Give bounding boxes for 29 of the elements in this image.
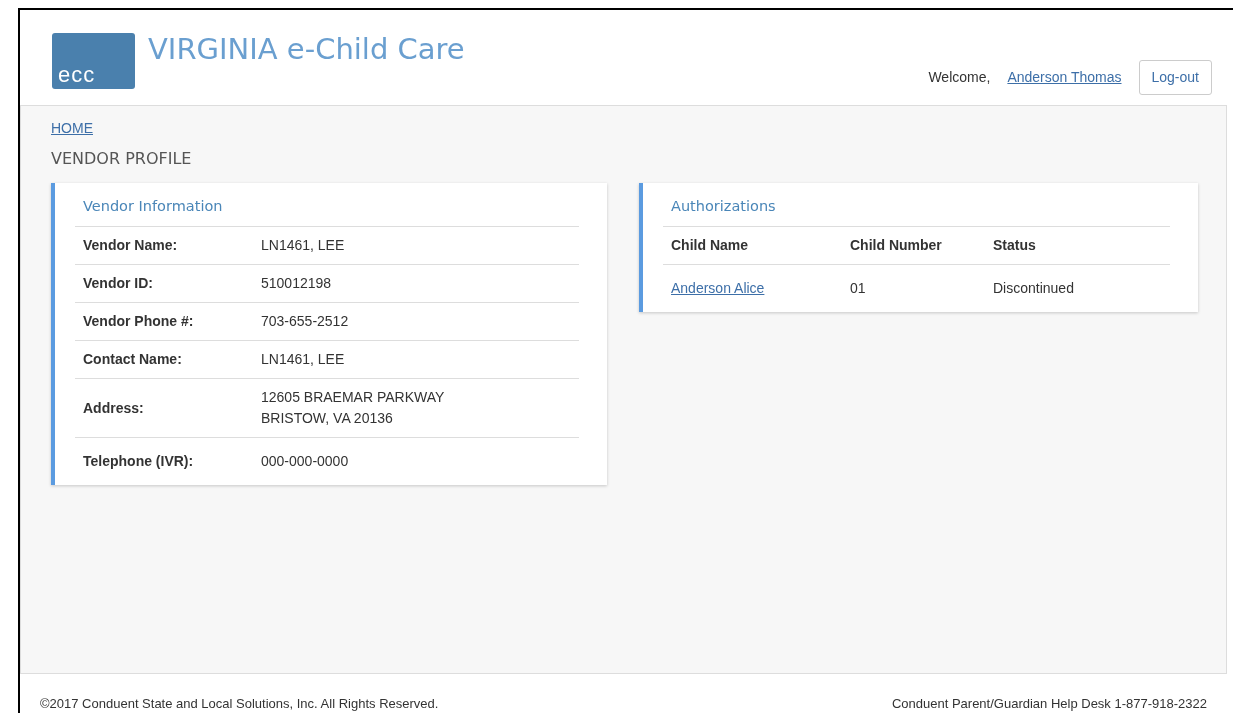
field-label: Address:: [83, 398, 145, 418]
user-link[interactable]: Anderson Thomas: [1007, 67, 1122, 88]
table-cell-text: Discontinued: [993, 279, 1074, 299]
field-label: Vendor Name:: [83, 236, 179, 256]
welcome-text: Welcome,: [928, 68, 991, 87]
field-value: 510012198: [261, 274, 332, 294]
field-value: LN1461, LEE: [261, 350, 345, 370]
page-title: VENDOR PROFILE: [51, 147, 193, 170]
help-desk-text: Conduent Parent/Guardian Help Desk 1-877-918-2322: [891, 694, 1207, 713]
field-value: 12605 BRAEMAR PARKWAY BRISTOW, VA 20136: [261, 388, 445, 429]
field-value: 000-000-0000: [261, 452, 349, 472]
copyright-text: ©2017 Conduent State and Local Solutions, Inc. All Rights Reserved.: [40, 694, 439, 713]
card-title: Authorizations: [663, 182, 1170, 228]
field-label: Contact Name:: [83, 350, 183, 370]
child-name-link[interactable]: Anderson Alice: [671, 280, 765, 297]
field-label: Telephone (IVR):: [83, 452, 195, 472]
site-title: VIRGINIA e-Child Care: [148, 35, 465, 64]
column-header: Status: [993, 236, 1036, 256]
field-label: Vendor ID:: [83, 274, 154, 294]
logout-button[interactable]: Log-out: [1138, 60, 1212, 95]
breadcrumb-home-link[interactable]: HOME: [51, 119, 93, 136]
column-header: Child Number: [850, 236, 943, 256]
field-label: Vendor Phone #:: [83, 312, 195, 332]
table-cell-text: 01: [850, 279, 867, 299]
card-title: Vendor Information: [75, 182, 579, 228]
field-value: LN1461, LEE: [261, 236, 345, 256]
field-value: 703-655-2512: [261, 312, 349, 332]
logo: ecc: [52, 33, 135, 89]
column-header: Child Name: [671, 236, 749, 256]
